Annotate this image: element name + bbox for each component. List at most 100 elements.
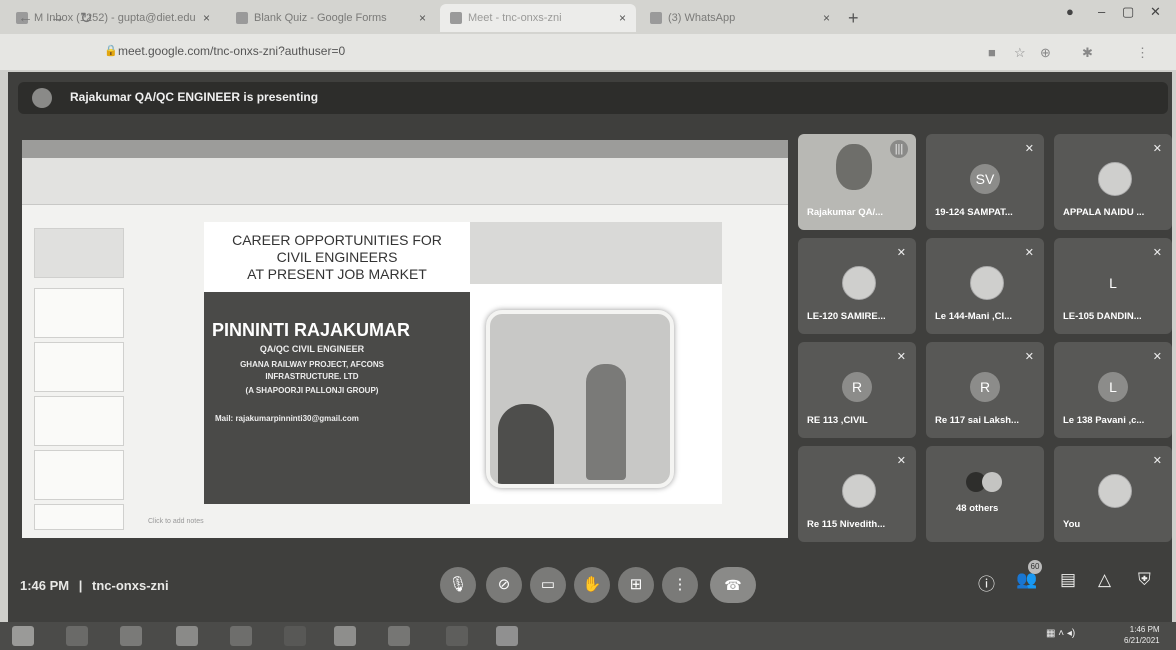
avatar: R <box>842 372 872 402</box>
present-button[interactable]: ⊞ <box>618 567 654 603</box>
participant-name: You <box>1063 519 1081 530</box>
mic-off-icon: 🎙 <box>448 576 468 593</box>
chat-icon[interactable]: ▤ <box>1060 570 1076 590</box>
participant-tile[interactable]: ✕ Re 115 Nivedith... <box>798 446 916 542</box>
maximize-icon[interactable]: ▢ <box>1122 4 1134 20</box>
mic-off-icon: ✕ <box>896 351 906 363</box>
raise-hand-button[interactable]: ✋ <box>574 567 610 603</box>
tab-meet[interactable]: Meet - tnc-onxs-zni × <box>440 4 636 32</box>
presenter-photo <box>486 310 674 488</box>
participant-name: Re 115 Nivedith... <box>807 519 886 530</box>
chrome-icon[interactable] <box>120 626 142 646</box>
presenter-detail: (A SHAPOORJI PALLONJI GROUP) <box>245 386 379 395</box>
mic-off-icon: ✕ <box>1024 143 1034 155</box>
captions-button[interactable]: ▭ <box>530 567 566 603</box>
speaking-icon: ||| <box>890 140 908 158</box>
avatar: SV <box>970 164 1000 194</box>
url-input[interactable]: meet.google.com/tnc-onxs-zni?authuser=0 <box>118 44 345 58</box>
meeting-time: 1:46 PM <box>20 578 70 593</box>
taskbar-app-icon[interactable] <box>284 626 306 646</box>
avatar: R <box>970 372 1000 402</box>
participant-name: LE-105 DANDIN... <box>1063 311 1142 322</box>
others-tile[interactable]: 48 others <box>926 446 1044 542</box>
extension-icon[interactable]: ⊕ <box>1040 45 1051 61</box>
taskbar-app-icon[interactable] <box>388 626 410 646</box>
participant-tile[interactable]: ✕ L Le 138 Pavani ,c... <box>1054 342 1172 438</box>
mic-off-icon: ✕ <box>1152 455 1162 467</box>
participant-name: Le 144-Mani ,Cl... <box>935 311 1013 322</box>
tab-gmail[interactable]: M Inbox (1252) - gupta@diet.edu × <box>6 4 220 32</box>
presenter-detail: QA/QC CIVIL ENGINEER <box>259 344 365 354</box>
participant-tile[interactable]: ✕ L LE-105 DANDIN... <box>1054 238 1172 334</box>
more-menu-icon[interactable]: ⋮ <box>1136 45 1149 61</box>
slide-title-line: AT PRESENT JOB MARKET <box>247 266 427 282</box>
back-icon[interactable]: ← <box>18 9 33 26</box>
forward-icon[interactable]: → <box>50 9 65 26</box>
close-icon[interactable]: × <box>619 11 626 25</box>
camera-toggle-button[interactable]: ⊘ <box>486 567 522 603</box>
participant-tile[interactable]: ✕ SV 19-124 SAMPAT... <box>926 134 1044 230</box>
meeting-code: tnc-onxs-zni <box>92 578 169 593</box>
slide-title-line: CAREER OPPORTUNITIES FOR <box>232 232 442 248</box>
ppt-ribbon <box>22 158 788 205</box>
system-clock[interactable]: 1:46 PM 6/21/2021 <box>1124 624 1160 646</box>
close-icon[interactable]: × <box>203 11 210 25</box>
tab-google-forms[interactable]: Blank Quiz - Google Forms × <box>226 4 436 32</box>
mic-off-icon: ✕ <box>1152 351 1162 363</box>
mic-toggle-button[interactable]: 🎙 <box>440 567 476 603</box>
media-player-icon[interactable] <box>334 626 356 646</box>
new-tab-button[interactable]: + <box>848 8 859 29</box>
participant-tile[interactable]: ✕ APPALA NAIDU ... <box>1054 134 1172 230</box>
taskbar-app-icon[interactable] <box>66 626 88 646</box>
participant-name: Rajakumar QA/... <box>807 207 884 218</box>
taskbar-app-icon[interactable] <box>446 626 468 646</box>
more-options-button[interactable]: ⋮ <box>662 567 698 603</box>
keyboard-icon[interactable]: ▦ ˄ ◂) <box>1046 628 1075 639</box>
tab-label: Meet - tnc-onxs-zni <box>468 12 562 24</box>
folder-icon[interactable] <box>230 626 252 646</box>
windows-start-icon[interactable] <box>12 626 34 646</box>
close-icon[interactable]: × <box>419 11 426 25</box>
participant-tile[interactable]: ✕ Le 144-Mani ,Cl... <box>926 238 1044 334</box>
host-controls-icon[interactable]: ⛨ <box>1138 570 1151 590</box>
participant-name: Le 138 Pavani ,c... <box>1063 415 1145 426</box>
info-icon[interactable]: ⓘ <box>978 570 995 595</box>
taskbar-app-icon[interactable] <box>496 626 518 646</box>
participant-tile[interactable]: ||| Rajakumar QA/... <box>798 134 916 230</box>
more-vert-icon: ⋮ <box>672 576 688 593</box>
participant-tile-you[interactable]: ✕ You <box>1054 446 1172 542</box>
puzzle-icon[interactable]: ✱ <box>1082 45 1093 61</box>
presenter-detail: GHANA RAILWAY PROJECT, AFCONS <box>240 360 384 369</box>
hand-icon: ✋ <box>582 576 602 593</box>
close-icon[interactable]: × <box>823 11 830 25</box>
leave-call-button[interactable]: ☎ <box>710 567 756 603</box>
mic-off-icon: ✕ <box>1152 143 1162 155</box>
slide-thumbnail <box>34 342 124 392</box>
mic-off-icon: ✕ <box>1152 247 1162 259</box>
activities-icon[interactable]: △ <box>1098 570 1111 590</box>
slide-thumbnail <box>34 504 124 530</box>
presenting-text: Rajakumar QA/QC ENGINEER is presenting <box>70 90 319 104</box>
tab-label: (3) WhatsApp <box>668 12 736 24</box>
reload-icon[interactable]: ↻ <box>80 9 93 27</box>
mic-off-icon: ✕ <box>896 247 906 259</box>
camera-icon[interactable]: ■ <box>988 45 996 60</box>
participant-tile[interactable]: ✕ LE-120 SAMIRE... <box>798 238 916 334</box>
close-window-icon[interactable]: ✕ <box>1150 4 1161 20</box>
participant-tile[interactable]: ✕ R RE 113 ,CIVIL <box>798 342 916 438</box>
phone-icon: ☎ <box>724 577 742 593</box>
tab-label: Blank Quiz - Google Forms <box>254 12 387 24</box>
people-count-badge: 60 <box>1028 560 1042 574</box>
tab-whatsapp[interactable]: (3) WhatsApp × <box>640 4 840 32</box>
mic-off-icon: ✕ <box>1024 247 1034 259</box>
presenter-name: PINNINTI RAJAKUMAR <box>212 320 410 340</box>
system-time: 1:46 PM <box>1129 625 1160 634</box>
taskbar-app-icon[interactable] <box>176 626 198 646</box>
profile-icon[interactable]: ● <box>1066 4 1074 19</box>
minimize-icon[interactable]: – <box>1098 4 1105 19</box>
participant-tile[interactable]: ✕ R Re 117 sai Laksh... <box>926 342 1044 438</box>
participant-name: RE 113 ,CIVIL <box>807 415 868 426</box>
browser-tab-bar: M Inbox (1252) - gupta@diet.edu × Blank … <box>0 0 1176 34</box>
system-date: 6/21/2021 <box>1124 636 1160 645</box>
star-icon[interactable]: ☆ <box>1014 45 1026 61</box>
